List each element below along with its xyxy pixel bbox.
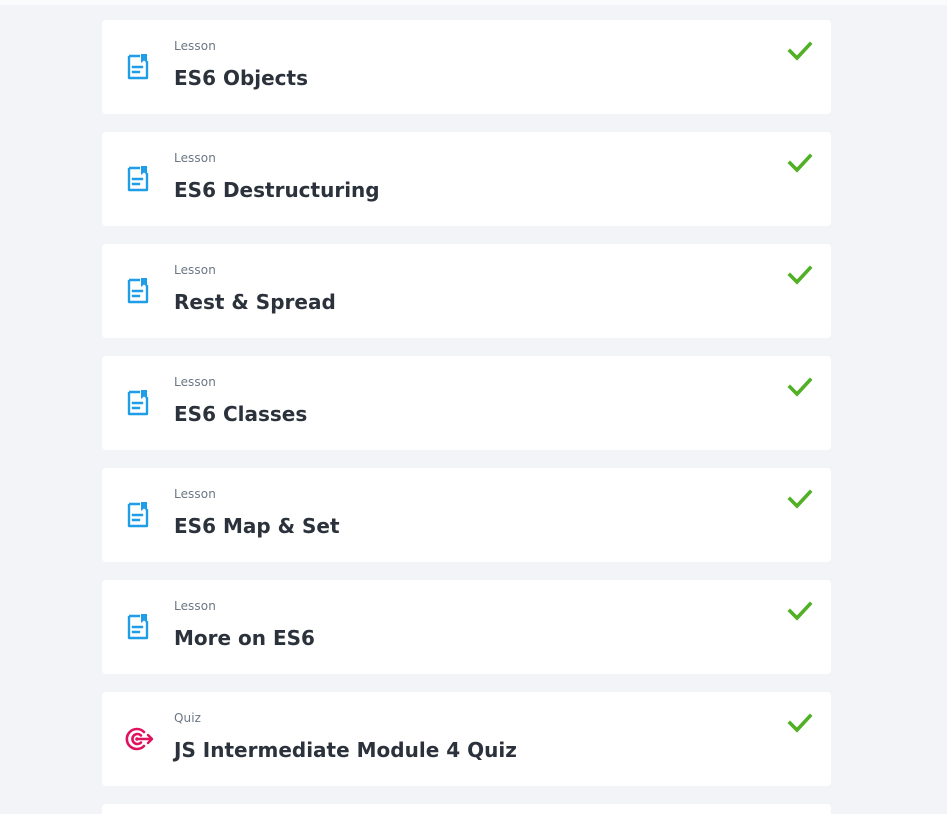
item-title[interactable]: ES6 Objects (174, 66, 308, 90)
course-item[interactable]: Lesson Rest & Spread (102, 244, 831, 338)
item-title[interactable]: JS Intermediate Module 4 Quiz (174, 738, 517, 762)
lesson-document-icon (124, 612, 152, 642)
course-item-partial[interactable] (102, 804, 831, 814)
lesson-document-icon (124, 276, 152, 306)
lesson-document-icon (124, 388, 152, 418)
top-bar-edge (0, 0, 947, 5)
check-icon (787, 488, 813, 510)
item-type-label: Lesson (174, 375, 216, 389)
check-icon (787, 712, 813, 734)
lesson-document-icon (124, 164, 152, 194)
course-item[interactable]: Lesson ES6 Objects (102, 20, 831, 114)
course-item-list: Lesson ES6 Objects Lesson ES6 Destructur… (102, 20, 831, 804)
item-title[interactable]: ES6 Map & Set (174, 514, 340, 538)
item-title[interactable]: ES6 Classes (174, 402, 307, 426)
course-item[interactable]: Lesson More on ES6 (102, 580, 831, 674)
quiz-target-icon (124, 724, 154, 754)
check-icon (787, 376, 813, 398)
item-type-label: Lesson (174, 263, 216, 277)
lesson-document-icon (124, 52, 152, 82)
item-title[interactable]: Rest & Spread (174, 290, 336, 314)
item-type-label: Lesson (174, 151, 216, 165)
check-icon (787, 264, 813, 286)
item-type-label: Lesson (174, 487, 216, 501)
item-type-label: Quiz (174, 711, 202, 725)
item-title[interactable]: More on ES6 (174, 626, 315, 650)
item-type-label: Lesson (174, 599, 216, 613)
lesson-document-icon (124, 500, 152, 530)
item-type-label: Lesson (174, 39, 216, 53)
course-item[interactable]: Lesson ES6 Destructuring (102, 132, 831, 226)
course-item[interactable]: Quiz JS Intermediate Module 4 Quiz (102, 692, 831, 786)
course-item[interactable]: Lesson ES6 Map & Set (102, 468, 831, 562)
check-icon (787, 40, 813, 62)
course-item[interactable]: Lesson ES6 Classes (102, 356, 831, 450)
check-icon (787, 600, 813, 622)
check-icon (787, 152, 813, 174)
item-title[interactable]: ES6 Destructuring (174, 178, 380, 202)
